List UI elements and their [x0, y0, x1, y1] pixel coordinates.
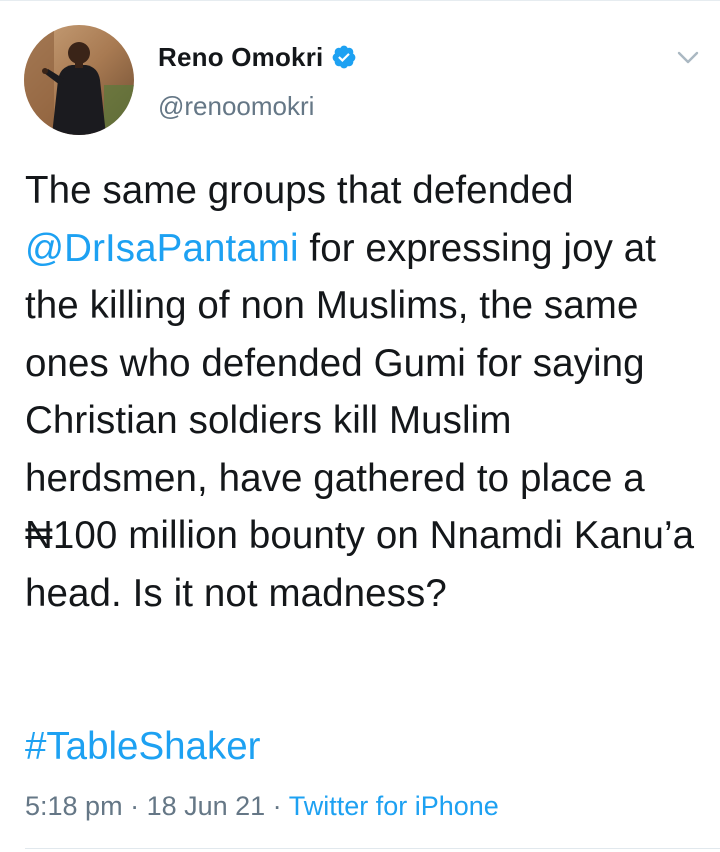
- author-name-row[interactable]: Reno Omokri: [158, 41, 357, 73]
- tweet-text-part: for expressing joy at the killing of non…: [25, 226, 695, 615]
- mention-link[interactable]: @DrIsaPantami: [25, 227, 299, 270]
- avatar[interactable]: [24, 25, 134, 135]
- author-display-name[interactable]: Reno Omokri: [158, 42, 323, 73]
- verified-badge-icon: [333, 45, 356, 69]
- meta-separator: ·: [122, 791, 147, 821]
- tweet-time[interactable]: 5:18 pm: [25, 791, 123, 821]
- top-divider: [0, 0, 720, 1]
- tweet-text: The same groups that defended @DrIsaPant…: [25, 162, 705, 622]
- avatar-image: [24, 25, 134, 135]
- hashtag-line: #TableShaker: [25, 718, 260, 776]
- author-handle[interactable]: @renoomokri: [158, 91, 314, 122]
- chevron-down-icon: [677, 51, 699, 64]
- tweet-meta: 5:18 pm · 18 Jun 21 · Twitter for iPhone: [25, 786, 499, 826]
- tweet-text-part: The same groups that defended: [25, 169, 574, 212]
- hashtag-link[interactable]: #TableShaker: [25, 725, 260, 768]
- tweet-source-link[interactable]: Twitter for iPhone: [289, 791, 499, 821]
- meta-separator: ·: [265, 791, 289, 821]
- bottom-divider: [25, 848, 720, 849]
- tweet-date[interactable]: 18 Jun 21: [147, 791, 266, 821]
- more-options-button[interactable]: [670, 40, 706, 76]
